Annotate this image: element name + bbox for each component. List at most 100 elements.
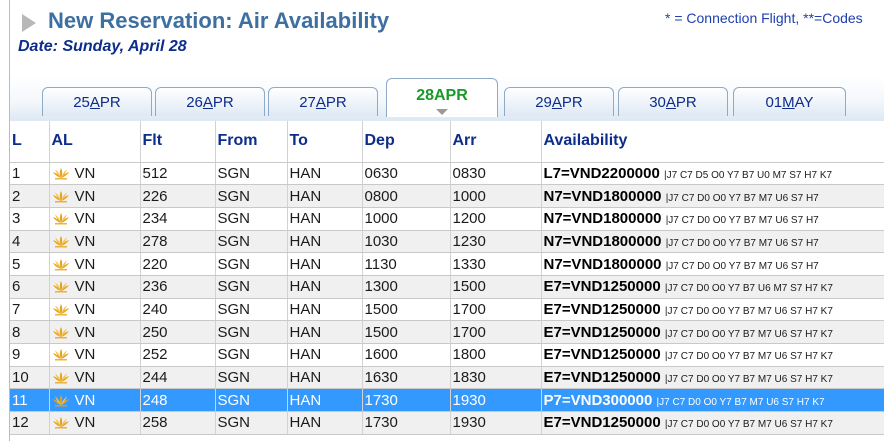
tab-label: PR <box>212 94 234 111</box>
booking-classes: |J7 C7 D0 O0 Y7 B7 M7 U6 S7 H7 K7 <box>664 419 833 431</box>
cell-flight: 252 <box>140 343 216 367</box>
title-arrow-icon <box>22 14 36 32</box>
column-header-flt[interactable]: Flt <box>140 121 216 163</box>
cell-availability[interactable]: E7=VND1250000 |J7 C7 D0 O0 Y7 B7 M7 U6 S… <box>541 411 884 435</box>
cell-from: SGN <box>215 411 288 435</box>
tab-label: 28APR <box>416 87 468 104</box>
cell-availability[interactable]: P7=VND300000 |J7 C7 D0 O0 Y7 B7 M7 U6 S7… <box>541 388 884 413</box>
cell-arrival: 1000 <box>450 184 542 208</box>
column-header-al[interactable]: AL <box>49 121 141 163</box>
fare-price: N7=VND1800000 <box>543 187 662 205</box>
column-header-arr[interactable]: Arr <box>450 121 542 163</box>
booking-classes: |J7 C7 D0 O0 Y7 B7 M7 U6 S7 H7 <box>665 260 819 272</box>
column-header-l[interactable]: L <box>10 121 50 163</box>
tab-26apr[interactable]: 26APR <box>155 87 265 116</box>
cell-flight: 234 <box>140 207 216 231</box>
tab-28apr[interactable]: 28APR <box>386 78 498 117</box>
table-row[interactable]: 2 VN 226 SGN HAN 0800 1000 N7=VND1800000 |J7 C7… <box>10 184 884 208</box>
cell-arrival: 1800 <box>450 343 542 367</box>
tab-29apr[interactable]: 29APR <box>504 87 614 116</box>
table-row[interactable]: 8 VN 250 SGN HAN 1500 1700 E7=VND1250000 |J7 C7… <box>10 320 884 344</box>
cell-departure: 1630 <box>362 366 451 390</box>
tab-27apr[interactable]: 27APR <box>268 87 378 116</box>
column-header-dep[interactable]: Dep <box>362 121 451 163</box>
fare-price: N7=VND1800000 <box>543 232 662 250</box>
table-row[interactable]: 3 VN 234 SGN HAN 1000 1200 N7=VND1800000 |J7 C7… <box>10 207 884 231</box>
legend-note: * = Connection Flight, **=Codes <box>665 10 863 26</box>
tab-label: 30 <box>649 94 666 111</box>
tab-01may[interactable]: 01MAY <box>733 87 846 116</box>
cell-to: HAN <box>287 388 363 413</box>
table-row[interactable]: 6 VN 236 SGN HAN 1300 1500 E7=VND1250000 |J7 C7… <box>10 275 884 299</box>
cell-to: HAN <box>287 275 363 299</box>
cell-from: SGN <box>215 230 288 254</box>
cell-flight: 278 <box>140 230 216 254</box>
table-row[interactable]: 1 VN 512 SGN HAN 0630 0830 L7=VND2200000 |J7 C7… <box>10 162 884 186</box>
cell-flight: 244 <box>140 366 216 390</box>
cell-from: SGN <box>215 275 288 299</box>
cell-airline: VN <box>49 230 141 254</box>
tab-25apr[interactable]: 25APR <box>42 87 152 116</box>
column-header-to[interactable]: To <box>287 121 363 163</box>
cell-airline: VN <box>49 320 141 344</box>
cell-to: HAN <box>287 320 363 344</box>
cell-line: 2 <box>10 184 50 208</box>
table-row[interactable]: 7 VN 240 SGN HAN 1500 1700 E7=VND1250000 |J7 C7… <box>10 298 884 322</box>
cell-from: SGN <box>215 366 288 390</box>
cell-availability[interactable]: N7=VND1800000 |J7 C7 D0 O0 Y7 B7 M7 U6 S… <box>541 207 884 231</box>
cell-departure: 1500 <box>362 320 451 344</box>
cell-airline: VN <box>49 162 141 186</box>
cell-airline: VN <box>49 388 141 413</box>
cell-flight: 236 <box>140 275 216 299</box>
column-header-availability[interactable]: Availability <box>541 121 884 163</box>
cell-departure: 0630 <box>362 162 451 186</box>
table-row[interactable]: 10 VN 244 SGN HAN 1630 1830 E7=VND1250000 |J7 C… <box>10 366 884 390</box>
airline-code: VN <box>74 232 96 250</box>
tab-30apr[interactable]: 30APR <box>618 87 728 116</box>
cell-availability[interactable]: L7=VND2200000 |J7 C7 D5 O0 Y7 B7 U0 M7 S… <box>541 162 884 186</box>
cell-airline: VN <box>49 298 141 322</box>
fare-price: N7=VND1800000 <box>543 255 662 273</box>
cell-to: HAN <box>287 230 363 254</box>
cell-airline: VN <box>49 207 141 231</box>
date-tabs: 25APR 26APR 27APR 28APR 29APR 30APR 01MA… <box>10 76 884 122</box>
airline-code: VN <box>74 414 96 432</box>
column-header-from[interactable]: From <box>215 121 288 163</box>
fare-price: E7=VND1250000 <box>543 300 661 318</box>
table-row[interactable]: 4 VN 278 SGN HAN 1030 1230 N7=VND1800000 |J7 C7… <box>10 230 884 254</box>
table-row[interactable]: 9 VN 252 SGN HAN 1600 1800 E7=VND1250000 |J7 C7… <box>10 343 884 367</box>
fare-price: N7=VND1800000 <box>543 210 662 228</box>
cell-availability[interactable]: E7=VND1250000 |J7 C7 D0 O0 Y7 B7 M7 U6 S… <box>541 320 884 344</box>
cell-availability[interactable]: N7=VND1800000 |J7 C7 D0 O0 Y7 B7 M7 U6 S… <box>541 230 884 254</box>
booking-classes: |J7 C7 D0 O0 Y7 B7 M7 U6 S7 H7 K7 <box>664 328 833 340</box>
cell-airline: VN <box>49 184 141 208</box>
cell-availability[interactable]: N7=VND1800000 |J7 C7 D0 O0 Y7 B7 M7 U6 S… <box>541 252 884 276</box>
travel-date: Date: Sunday, April 28 <box>18 38 187 55</box>
cell-flight: 250 <box>140 320 216 344</box>
fare-price: E7=VND1250000 <box>543 369 661 387</box>
tab-label: AY <box>794 94 814 111</box>
airline-code: VN <box>74 369 96 387</box>
cell-availability[interactable]: E7=VND1250000 |J7 C7 D0 O0 Y7 B7 M7 U6 S… <box>541 298 884 322</box>
lotus-icon <box>52 190 70 203</box>
airline-code: VN <box>74 255 96 273</box>
lotus-icon <box>52 416 70 429</box>
cell-from: SGN <box>215 252 288 276</box>
cell-airline: VN <box>49 275 141 299</box>
cell-airline: VN <box>49 343 141 367</box>
cell-availability[interactable]: E7=VND1250000 |J7 C7 D0 O0 Y7 B7 M7 U6 S… <box>541 343 884 367</box>
airline-code: VN <box>74 323 96 341</box>
table-row[interactable]: 12 VN 258 SGN HAN 1730 1930 E7=VND1250000 |J7 C… <box>10 411 884 435</box>
cell-flight: 226 <box>140 184 216 208</box>
cell-arrival: 0830 <box>450 162 542 186</box>
table-row[interactable]: 5 VN 220 SGN HAN 1130 1330 N7=VND1800000 |J7 C7… <box>10 252 884 276</box>
table-row[interactable]: 11 VN 248 SGN HAN 1730 1930 P7=VND300000 |J7 C7… <box>10 388 884 413</box>
tab-accesskey: A <box>89 94 100 111</box>
availability-table: L AL Flt From To Dep Arr Availability 1 V… <box>10 121 884 435</box>
cell-availability[interactable]: E7=VND1250000 |J7 C7 D0 O0 Y7 B7 M7 U6 S… <box>541 366 884 390</box>
tab-accesskey: A <box>551 94 562 111</box>
cell-availability[interactable]: E7=VND1250000 |J7 C7 D0 O0 Y7 B7 U6 M7 S… <box>541 275 884 299</box>
cell-to: HAN <box>287 343 363 367</box>
cell-departure: 1030 <box>362 230 451 254</box>
cell-availability[interactable]: N7=VND1800000 |J7 C7 D0 O0 Y7 B7 M7 U6 S… <box>541 184 884 208</box>
